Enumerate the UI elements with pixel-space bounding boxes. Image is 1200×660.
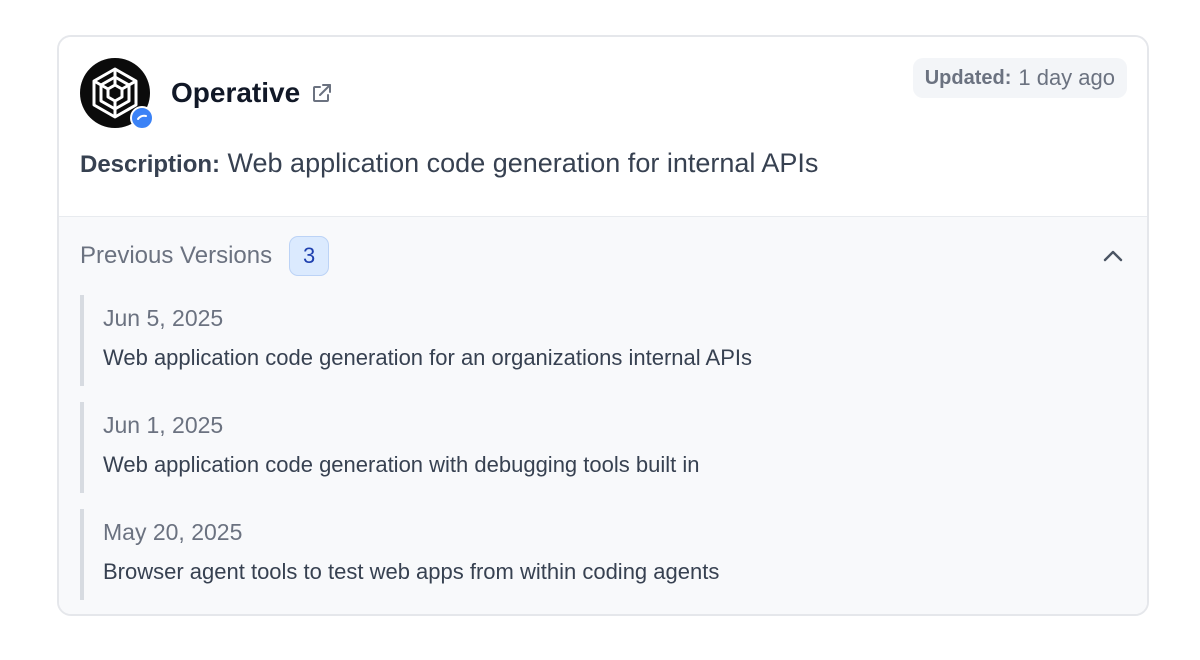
previous-versions-section: Previous Versions 3 Jun 5, 2025 Web appl… <box>59 217 1147 614</box>
version-list: Jun 5, 2025 Web application code generat… <box>80 295 1127 614</box>
updated-label: Updated: <box>924 66 1012 89</box>
card-header: Operative Updated: 1 day ago Description… <box>59 37 1147 217</box>
version-description: Web application code generation with deb… <box>103 452 700 477</box>
chevron-up-icon[interactable] <box>1099 242 1127 270</box>
title-row: Operative <box>171 77 334 109</box>
version-description: Web application code generation for an o… <box>103 345 753 370</box>
description: Description: Web application code genera… <box>80 148 818 179</box>
versions-count-badge: 3 <box>289 236 330 276</box>
description-label: Description: <box>80 151 221 178</box>
app-card: Operative Updated: 1 day ago Description… <box>57 35 1149 616</box>
updated-badge: Updated: 1 day ago <box>912 58 1127 98</box>
version-description: Browser agent tools to test web apps fro… <box>103 559 720 584</box>
verified-badge-icon <box>130 106 154 130</box>
external-link-icon[interactable] <box>310 81 334 105</box>
avatar <box>80 58 154 130</box>
updated-value: 1 day ago <box>1018 65 1115 90</box>
previous-versions-title: Previous Versions <box>80 242 273 269</box>
description-text: Web application code generation for inte… <box>227 148 819 178</box>
app-name: Operative <box>171 77 301 108</box>
version-date: Jun 5, 2025 <box>103 305 224 331</box>
previous-versions-toggle[interactable]: Previous Versions 3 <box>80 235 1127 277</box>
version-item: Jun 5, 2025 Web application code generat… <box>80 295 1127 386</box>
version-date: Jun 1, 2025 <box>103 412 224 438</box>
version-date: May 20, 2025 <box>103 519 243 545</box>
version-item: May 20, 2025 Browser agent tools to test… <box>80 509 1127 600</box>
version-item: Jun 1, 2025 Web application code generat… <box>80 402 1127 493</box>
